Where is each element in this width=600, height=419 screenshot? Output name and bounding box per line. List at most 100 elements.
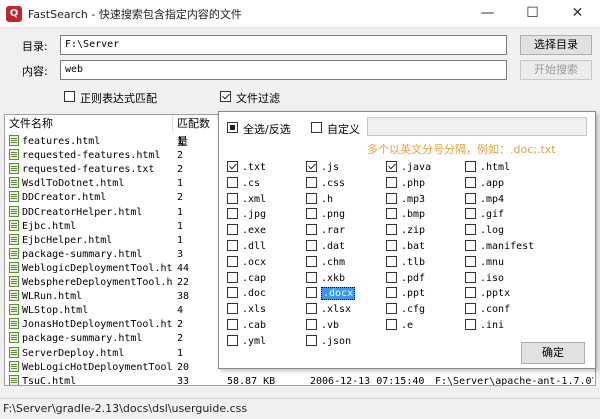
extension-checkbox[interactable] xyxy=(227,176,238,188)
extension-checkbox[interactable] xyxy=(386,303,397,315)
extension-checkbox[interactable] xyxy=(306,255,317,267)
extension-checkbox[interactable] xyxy=(465,161,476,172)
extension-checkbox[interactable] xyxy=(465,319,476,330)
extension-option[interactable]: .mp4 xyxy=(465,192,504,207)
table-row[interactable]: TsuC.html 33 58.87 KB 2006-12-13 07:15:40 F:… xyxy=(5,374,595,385)
extension-option[interactable]: .php xyxy=(386,176,425,191)
extension-option[interactable]: .js xyxy=(306,161,339,175)
extension-checkbox[interactable] xyxy=(227,161,238,172)
extension-checkbox[interactable] xyxy=(465,240,476,251)
extension-option[interactable]: .ppt xyxy=(386,287,425,301)
extension-checkbox[interactable] xyxy=(227,319,238,330)
column-header-count[interactable]: 匹配数量 xyxy=(173,115,221,148)
extension-option[interactable]: .xkb xyxy=(306,271,345,286)
extension-option[interactable]: .dat xyxy=(306,240,345,254)
extension-option[interactable]: .ini xyxy=(465,319,504,333)
extension-checkbox[interactable] xyxy=(386,224,397,236)
extension-option[interactable]: .dll xyxy=(227,240,266,254)
extension-option[interactable]: .cap xyxy=(227,271,266,286)
extension-option[interactable]: .xls xyxy=(227,303,266,317)
extension-option[interactable]: .chm xyxy=(306,255,345,270)
extension-checkbox[interactable] xyxy=(306,334,317,346)
extension-option[interactable]: .json xyxy=(306,334,351,349)
extension-checkbox[interactable] xyxy=(306,208,317,220)
extension-option[interactable]: .css xyxy=(306,176,345,191)
extension-checkbox[interactable] xyxy=(306,176,317,188)
extension-option[interactable]: .log xyxy=(465,224,504,238)
extension-option[interactable]: .e xyxy=(386,319,413,333)
extension-checkbox[interactable] xyxy=(227,224,238,236)
extension-option[interactable]: .bat xyxy=(386,240,425,254)
extension-checkbox[interactable] xyxy=(306,271,317,283)
extension-option[interactable]: .docx xyxy=(306,287,356,301)
extension-checkbox[interactable] xyxy=(227,240,238,251)
extension-checkbox[interactable] xyxy=(386,287,397,299)
extension-checkbox[interactable] xyxy=(465,208,476,220)
close-button[interactable]: ✕ xyxy=(555,0,600,28)
extension-option[interactable]: .yml xyxy=(227,334,266,349)
extension-option[interactable]: .pptx xyxy=(465,287,510,301)
extension-option[interactable]: .java xyxy=(386,161,431,175)
extension-checkbox[interactable] xyxy=(227,303,238,315)
extension-option[interactable]: .h xyxy=(306,192,333,207)
extension-checkbox[interactable] xyxy=(386,319,397,330)
extension-checkbox[interactable] xyxy=(306,192,317,204)
custom-checkbox[interactable] xyxy=(311,122,322,133)
extension-option[interactable]: .iso xyxy=(465,271,504,286)
extension-option[interactable]: .gif xyxy=(465,208,504,222)
extension-option[interactable]: .tlb xyxy=(386,255,425,270)
extension-checkbox[interactable] xyxy=(465,192,476,204)
extension-checkbox[interactable] xyxy=(306,240,317,251)
extension-checkbox[interactable] xyxy=(386,161,397,172)
extension-option[interactable]: .txt xyxy=(227,161,266,175)
extension-option[interactable]: .mnu xyxy=(465,255,504,270)
extension-checkbox[interactable] xyxy=(306,303,317,315)
extension-checkbox[interactable] xyxy=(465,176,476,188)
extension-checkbox[interactable] xyxy=(386,208,397,220)
extension-checkbox[interactable] xyxy=(465,271,476,283)
content-input[interactable]: web xyxy=(60,60,507,80)
extension-checkbox[interactable] xyxy=(386,271,397,283)
extension-checkbox[interactable] xyxy=(227,208,238,220)
select-all-checkbox[interactable] xyxy=(227,122,238,133)
extension-checkbox[interactable] xyxy=(306,319,317,330)
start-search-button[interactable]: 开始搜索 xyxy=(520,60,592,80)
extension-option[interactable]: .zip xyxy=(386,224,425,238)
extension-checkbox[interactable] xyxy=(227,287,238,299)
extension-option[interactable]: .manifest xyxy=(465,240,534,254)
extension-checkbox[interactable] xyxy=(227,271,238,283)
extension-checkbox[interactable] xyxy=(306,224,317,236)
extension-checkbox[interactable] xyxy=(306,287,317,299)
extension-option[interactable]: .conf xyxy=(465,303,510,317)
extension-checkbox[interactable] xyxy=(465,303,476,315)
extension-option[interactable]: .cfg xyxy=(386,303,425,317)
custom-extension-input[interactable] xyxy=(367,117,587,136)
extension-checkbox[interactable] xyxy=(386,255,397,267)
extension-option[interactable]: .ocx xyxy=(227,255,266,270)
extension-option[interactable]: .cab xyxy=(227,319,266,333)
extension-option[interactable]: .xlsx xyxy=(306,303,351,317)
extension-option[interactable]: .cs xyxy=(227,176,260,191)
extension-option[interactable]: .app xyxy=(465,176,504,191)
extension-checkbox[interactable] xyxy=(465,287,476,299)
ok-button[interactable]: 确定 xyxy=(521,342,585,364)
extension-checkbox[interactable] xyxy=(386,176,397,188)
extension-checkbox[interactable] xyxy=(227,334,238,346)
extension-option[interactable]: .exe xyxy=(227,224,266,238)
file-filter-checkbox[interactable] xyxy=(220,91,231,102)
extension-option[interactable]: .bmp xyxy=(386,208,425,222)
extension-checkbox[interactable] xyxy=(465,224,476,236)
extension-option[interactable]: .jpg xyxy=(227,208,266,222)
extension-option[interactable]: .rar xyxy=(306,224,345,238)
maximize-button[interactable]: ☐ xyxy=(510,0,555,28)
extension-option[interactable]: .png xyxy=(306,208,345,222)
extension-option[interactable]: .mp3 xyxy=(386,192,425,207)
extension-option[interactable]: .vb xyxy=(306,319,339,333)
minimize-button[interactable]: — xyxy=(465,0,510,28)
extension-checkbox[interactable] xyxy=(227,255,238,267)
extension-option[interactable]: .doc xyxy=(227,287,266,301)
regex-checkbox[interactable] xyxy=(64,91,75,102)
extension-checkbox[interactable] xyxy=(306,161,317,172)
extension-option[interactable]: .html xyxy=(465,161,510,175)
dir-input[interactable]: F:\Server xyxy=(60,35,507,55)
